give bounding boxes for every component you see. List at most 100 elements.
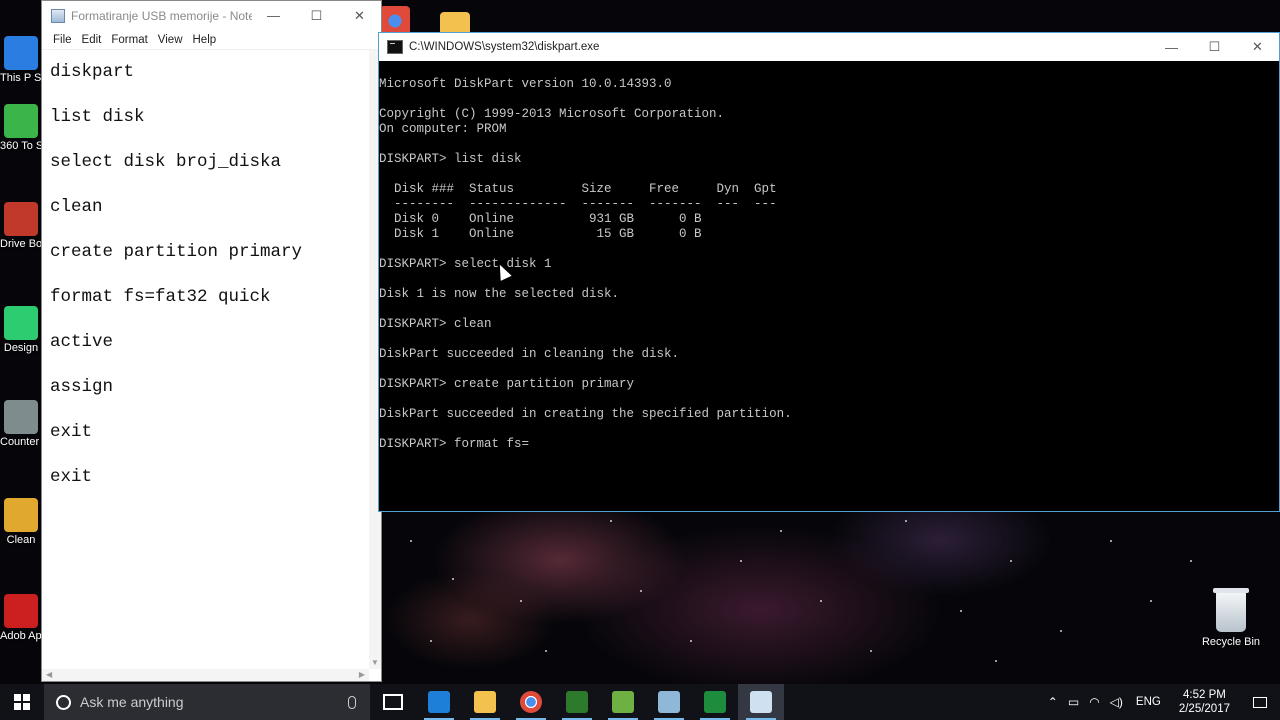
star	[1150, 600, 1152, 602]
clock-time: 4:52 PM	[1183, 689, 1226, 701]
notepad-window[interactable]: Formatiranje USB memorije - Note... — ☐ …	[41, 0, 382, 682]
star	[1010, 560, 1012, 562]
recycle-bin[interactable]: Recycle Bin	[1198, 588, 1264, 648]
console-line: Disk ### Status Size Free Dyn Gpt	[379, 182, 777, 196]
star	[1110, 540, 1112, 542]
taskbar-task-view-button[interactable]	[370, 684, 416, 720]
menu-view[interactable]: View	[158, 34, 183, 46]
console-line: DISKPART> create partition primary	[379, 377, 635, 391]
windows-logo-icon	[14, 694, 30, 710]
menu-help[interactable]: Help	[193, 34, 217, 46]
notepad-minimize-button[interactable]: —	[252, 1, 295, 30]
star	[870, 650, 872, 652]
menu-edit[interactable]: Edit	[82, 34, 102, 46]
desktop-shortcut[interactable]: Drive Boost	[0, 202, 42, 251]
notepad-line: active	[50, 332, 114, 352]
clock[interactable]: 4:52 PM 2/25/2017	[1179, 688, 1230, 716]
notepad-plus-icon	[612, 691, 634, 713]
star	[545, 650, 547, 652]
notepad-text-area[interactable]: diskpart list disk select disk broj_disk…	[42, 50, 369, 669]
desktop-shortcut[interactable]: Adob Applic	[0, 594, 42, 643]
star	[740, 560, 742, 562]
cortana-search-box[interactable]: Ask me anything	[44, 684, 370, 720]
console-titlebar[interactable]: C:\WINDOWS\system32\diskpart.exe — ☐ ✕	[379, 33, 1279, 61]
notepad-line: exit	[50, 422, 93, 442]
scroll-right-arrow-icon[interactable]: ▶	[359, 670, 365, 679]
action-center-button[interactable]	[1240, 684, 1280, 720]
star	[410, 540, 412, 542]
recycle-bin-icon	[1213, 588, 1249, 632]
volume-icon[interactable]: ◁)	[1110, 695, 1123, 709]
desktop-shortcut[interactable]: This P Short	[0, 36, 42, 85]
menu-file[interactable]: File	[53, 34, 72, 46]
microphone-icon[interactable]	[348, 695, 356, 709]
taskbar-dreamweaver-button[interactable]	[554, 684, 600, 720]
console-line: Disk 1 Online 15 GB 0 B	[379, 227, 702, 241]
taskbar-notepad-plus-button[interactable]	[600, 684, 646, 720]
star	[690, 640, 692, 642]
console-maximize-button[interactable]: ☐	[1193, 33, 1236, 62]
notepad-maximize-button[interactable]: ☐	[295, 1, 338, 30]
shortcut-label: Drive Boost	[0, 238, 42, 250]
menu-format[interactable]: Format	[111, 34, 147, 46]
cortana-icon	[56, 694, 71, 710]
diskpart-console-window[interactable]: C:\WINDOWS\system32\diskpart.exe — ☐ ✕ M…	[378, 32, 1280, 512]
network-icon[interactable]: ◠	[1089, 695, 1099, 709]
task-view-icon	[383, 694, 403, 710]
scroll-left-arrow-icon[interactable]: ◀	[46, 670, 52, 679]
star	[905, 520, 907, 522]
star	[780, 530, 782, 532]
console-output[interactable]: Microsoft DiskPart version 10.0.14393.0 C…	[379, 63, 1279, 511]
console-line: Microsoft DiskPart version 10.0.14393.0	[379, 77, 672, 91]
console-close-button[interactable]: ✕	[1236, 33, 1279, 62]
desktop-shortcut[interactable]: 360 To Secur	[0, 104, 42, 153]
star	[960, 610, 962, 612]
power-icon[interactable]: ▭	[1068, 695, 1079, 709]
desktop-shortcut[interactable]: Design	[0, 306, 42, 355]
taskbar-app-generic-button[interactable]	[646, 684, 692, 720]
taskbar: Ask me anything ⌃ ▭ ◠ ◁) ENG 4:52 PM 2/2…	[0, 684, 1280, 720]
star	[1060, 630, 1062, 632]
star	[452, 578, 454, 580]
show-hidden-icons-icon[interactable]: ⌃	[1048, 695, 1058, 709]
desktop-shortcut[interactable]: Counter 1.6 - Sho	[0, 400, 42, 449]
star	[640, 590, 642, 592]
notepad-icon	[750, 691, 772, 713]
console-line: DiskPart succeeded in cleaning the disk.	[379, 347, 680, 361]
shortcut-icon	[4, 36, 38, 70]
star	[520, 600, 522, 602]
console-line: Disk 1 is now the selected disk.	[379, 287, 620, 301]
shortcut-label: Counter 1.6 - Sho	[0, 436, 42, 448]
console-line: DISKPART> clean	[379, 317, 492, 331]
shortcut-icon	[4, 104, 38, 138]
notepad-horizontal-scrollbar[interactable]: ◀ ▶	[42, 669, 369, 681]
file-explorer-icon	[474, 691, 496, 713]
taskbar-camtasia-button[interactable]	[692, 684, 738, 720]
star	[1190, 560, 1192, 562]
shortcut-label: 360 To Secur	[0, 140, 42, 152]
notepad-close-button[interactable]: ✕	[338, 1, 381, 30]
taskbar-chrome-button[interactable]	[508, 684, 554, 720]
language-indicator[interactable]: ENG	[1136, 696, 1161, 708]
scroll-down-arrow-icon[interactable]: ▼	[371, 658, 379, 667]
start-button[interactable]	[0, 684, 44, 720]
search-placeholder: Ask me anything	[80, 694, 184, 710]
console-minimize-button[interactable]: —	[1150, 33, 1193, 62]
desktop-shortcut[interactable]: Clean	[0, 498, 42, 547]
taskbar-edge-button[interactable]	[416, 684, 462, 720]
taskbar-file-explorer-button[interactable]	[462, 684, 508, 720]
notepad-titlebar[interactable]: Formatiranje USB memorije - Note... — ☐ …	[42, 1, 381, 30]
notepad-line: assign	[50, 377, 114, 397]
notepad-menubar: File Edit Format View Help	[42, 30, 381, 50]
star	[820, 600, 822, 602]
taskbar-notepad-button[interactable]	[738, 684, 784, 720]
console-line: Copyright (C) 1999-2013 Microsoft Corpor…	[379, 107, 725, 121]
console-line: DiskPart succeeded in creating the speci…	[379, 407, 792, 421]
